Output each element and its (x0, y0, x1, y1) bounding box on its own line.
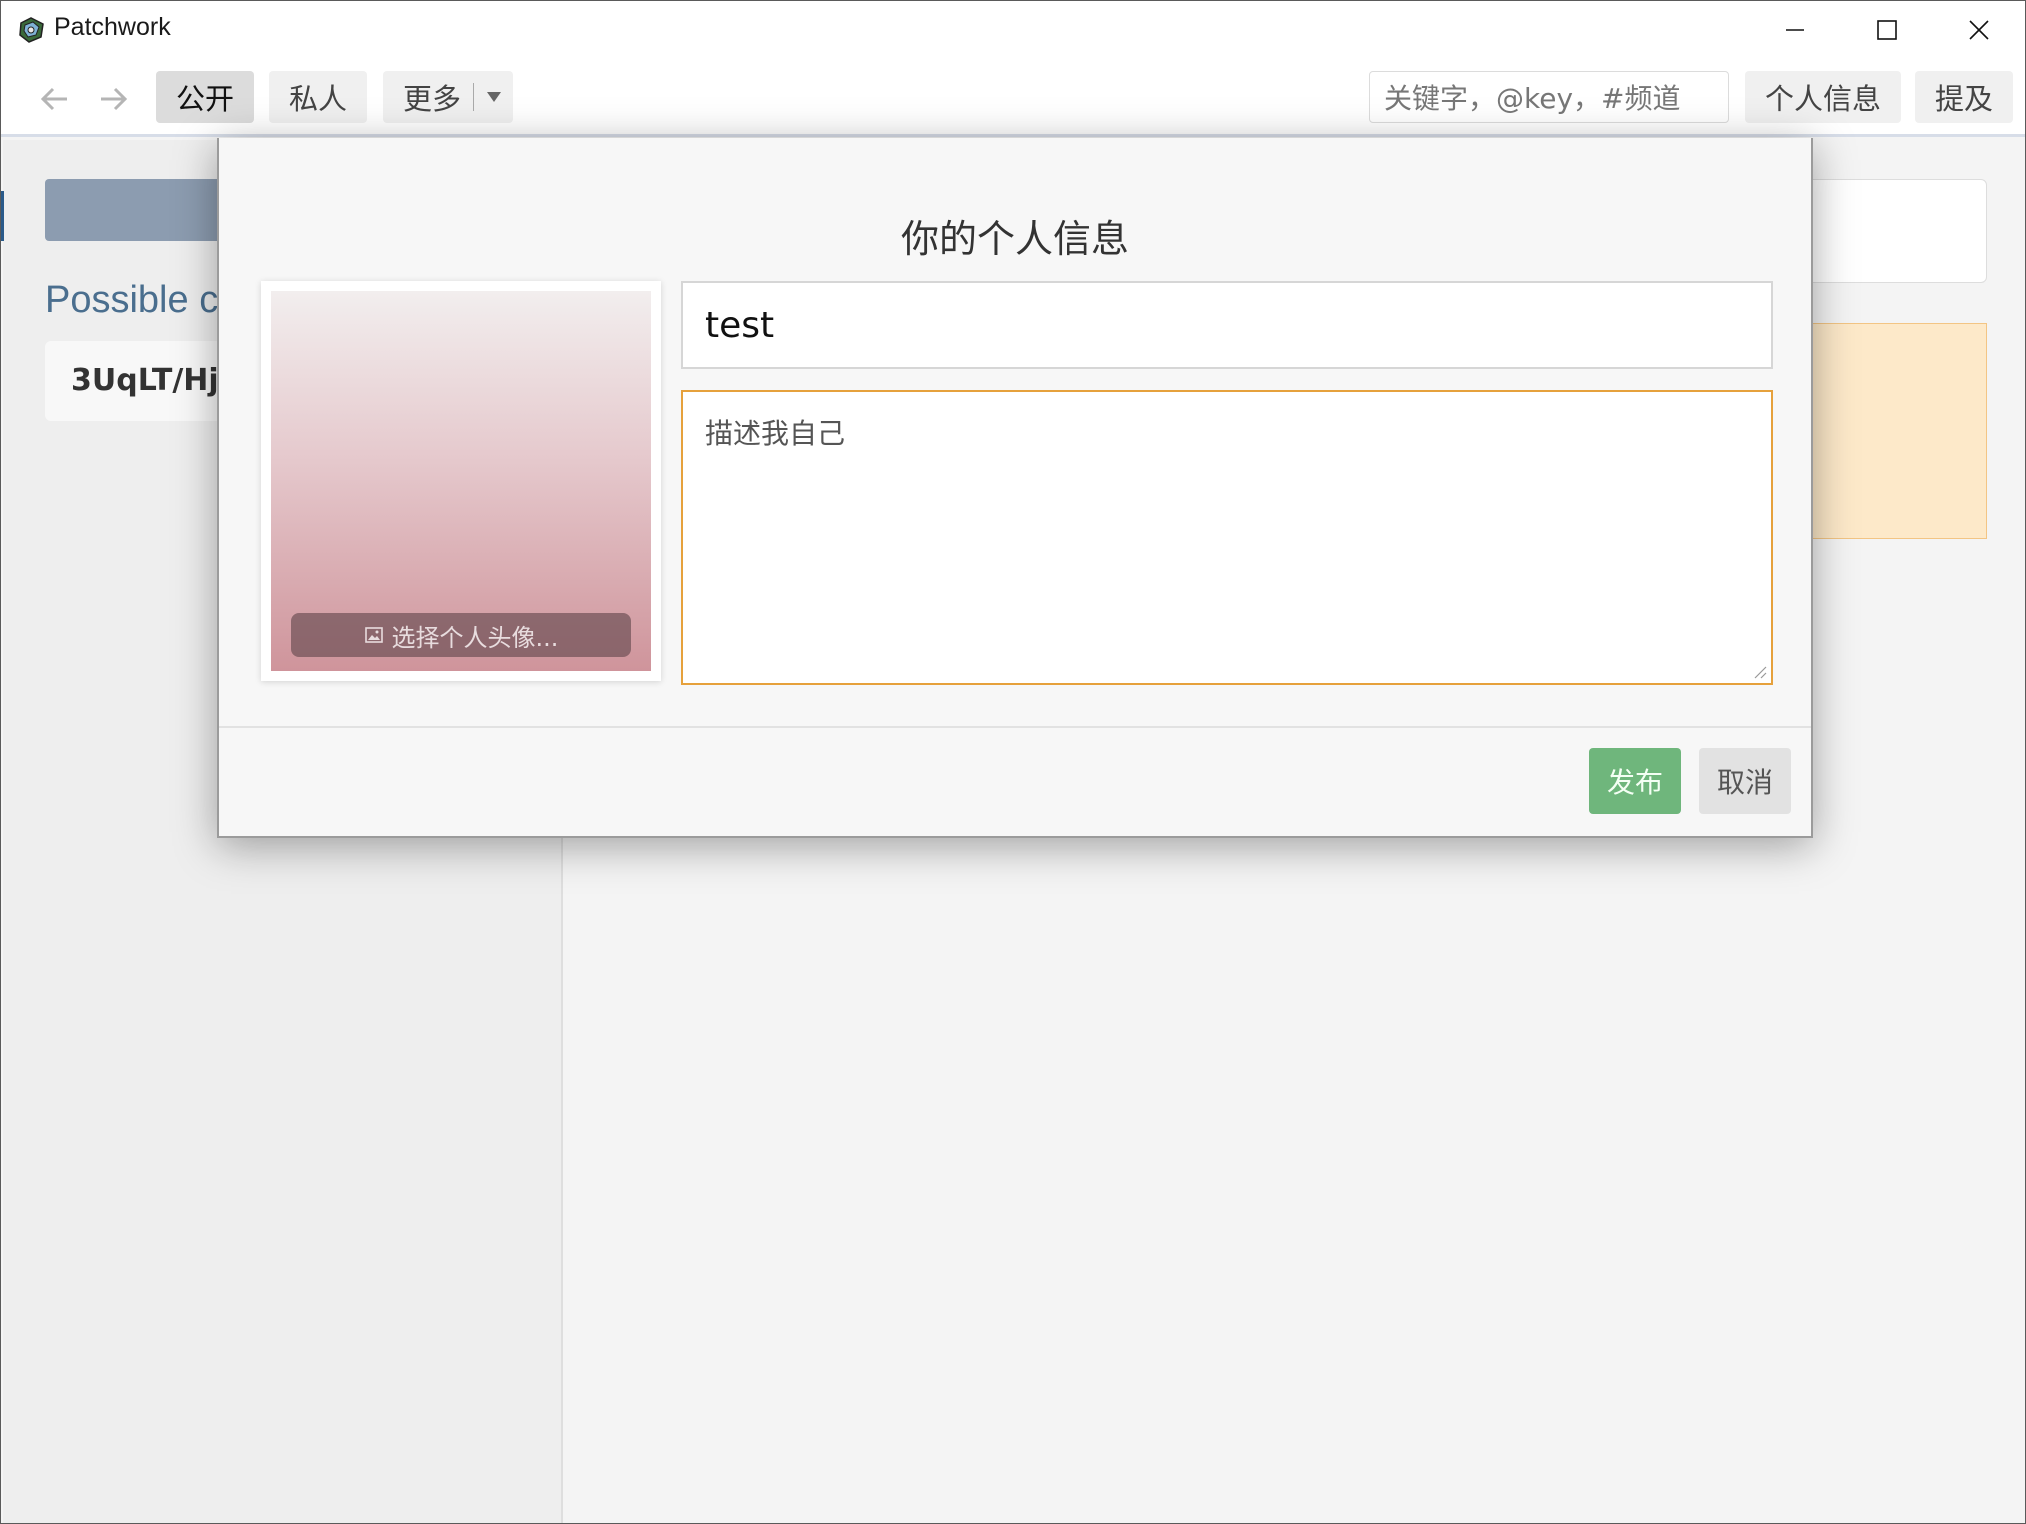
app-window: Patchwork 公开 私人 更多 关键字，@key，#频道 个人信息 提及 … (0, 0, 2026, 1524)
tab-public[interactable]: 公开 (156, 71, 254, 123)
resize-grip-icon[interactable] (1751, 663, 1767, 679)
patchwork-logo-icon (19, 17, 44, 43)
cancel-button-label: 取消 (1716, 766, 1773, 799)
name-field[interactable]: test (681, 281, 1773, 369)
caret-down-icon[interactable] (483, 85, 505, 107)
maximize-button[interactable] (1841, 1, 1933, 59)
dialog-divider (219, 726, 1811, 728)
mentions-button-label: 提及 (1934, 82, 1993, 116)
tab-private-label: 私人 (288, 82, 347, 116)
tab-private[interactable]: 私人 (269, 71, 367, 123)
dropdown-separator (473, 83, 474, 111)
avatar: 选择个人头像... (271, 291, 651, 671)
minimize-button[interactable] (1749, 1, 1841, 59)
description-textarea[interactable]: 描述我自己 (681, 390, 1773, 685)
description-placeholder: 描述我自己 (705, 417, 846, 450)
feed-card-text: 3UqLT/Hj (71, 363, 219, 398)
choose-avatar-button[interactable]: 选择个人头像... (291, 613, 631, 657)
publish-button[interactable]: 发布 (1589, 748, 1681, 814)
window-title: Patchwork (54, 13, 171, 41)
avatar-frame: 选择个人头像... (261, 281, 661, 681)
mentions-button[interactable]: 提及 (1915, 71, 2013, 123)
minimize-icon (1786, 29, 1804, 31)
tab-more-dropdown[interactable]: 更多 (383, 71, 513, 123)
top-navigation: 公开 私人 更多 关键字，@key，#频道 个人信息 提及 (1, 59, 2025, 137)
title-bar: Patchwork (1, 1, 2025, 59)
profile-button[interactable]: 个人信息 (1745, 71, 1901, 123)
warning-panel (1801, 323, 1987, 539)
name-field-value: test (705, 304, 775, 346)
tab-public-label: 公开 (175, 82, 234, 116)
close-icon (1969, 20, 1989, 40)
background-textarea[interactable] (1801, 179, 1987, 283)
left-accent-strip (1, 191, 4, 241)
search-placeholder: 关键字，@key，#频道 (1384, 82, 1681, 115)
publish-button-label: 发布 (1606, 766, 1663, 799)
maximize-icon (1877, 20, 1897, 40)
search-input[interactable]: 关键字，@key，#频道 (1369, 71, 1729, 123)
choose-avatar-label: 选择个人头像... (391, 623, 559, 652)
close-button[interactable] (1933, 1, 2025, 59)
tab-more-label: 更多 (403, 82, 462, 116)
arrow-right-icon[interactable] (95, 81, 131, 117)
profile-button-label: 个人信息 (1764, 82, 1881, 116)
profile-dialog: 你的个人信息 选择个人头像... test 描述我自己 发布 取消 (217, 138, 1813, 838)
image-icon (364, 627, 383, 643)
dialog-title: 你的个人信息 (900, 217, 1129, 261)
cancel-button[interactable]: 取消 (1699, 748, 1791, 814)
arrow-left-icon[interactable] (37, 81, 73, 117)
possible-heading: Possible c (45, 279, 219, 321)
